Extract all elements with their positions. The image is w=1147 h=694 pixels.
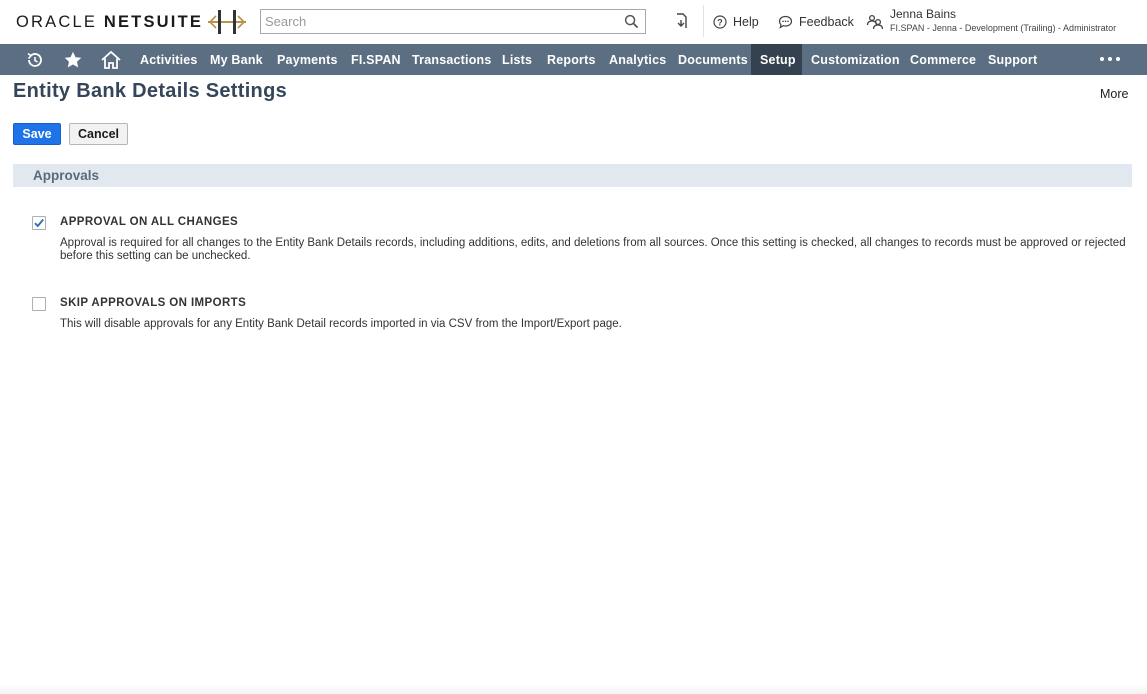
header-divider xyxy=(703,5,704,37)
nav-fispan[interactable]: FI.SPAN xyxy=(342,44,410,75)
logo-oracle-text: ORACLE xyxy=(16,13,98,31)
nav-lists[interactable]: Lists xyxy=(493,44,541,75)
user-name: Jenna Bains xyxy=(890,7,957,21)
feedback-label: Feedback xyxy=(799,15,854,29)
user-role: FI.SPAN - Jenna - Development (Trailing)… xyxy=(890,23,1117,33)
help-icon: ? xyxy=(713,15,727,29)
help-label: Help xyxy=(733,15,759,29)
recent-records-icon[interactable] xyxy=(672,12,690,30)
nav-transactions[interactable]: Transactions xyxy=(403,44,501,75)
more-menu-icon[interactable] xyxy=(1100,52,1120,66)
page-bottom-shadow xyxy=(0,684,1147,694)
logo-netsuite-text: NETSUITE xyxy=(103,13,204,31)
setting-description: This will disable approvals for any Enti… xyxy=(60,318,622,330)
svg-text:?: ? xyxy=(717,17,723,27)
nav-analytics[interactable]: Analytics xyxy=(600,44,675,75)
cancel-button[interactable]: Cancel xyxy=(69,123,128,145)
more-menu-link[interactable]: More xyxy=(1100,87,1128,101)
favorites-star-icon[interactable] xyxy=(62,49,84,71)
section-title: Approvals xyxy=(33,168,100,183)
feedback-icon xyxy=(778,15,793,29)
main-navigation: Activities My Bank Payments FI.SPAN Tran… xyxy=(0,44,1147,75)
nav-commerce[interactable]: Commerce xyxy=(901,44,985,75)
save-button[interactable]: Save xyxy=(13,123,61,145)
top-header: ORACLE NETSUITE ? Help Feedback xyxy=(0,0,1147,44)
checkmark-icon xyxy=(34,218,44,228)
recent-history-icon[interactable] xyxy=(24,49,46,71)
help-button[interactable]: ? Help xyxy=(713,12,759,32)
approval-on-all-changes-checkbox[interactable] xyxy=(32,216,46,230)
global-search[interactable] xyxy=(260,9,646,34)
feedback-button[interactable]: Feedback xyxy=(778,12,854,32)
user-account-menu[interactable]: Jenna Bains FI.SPAN - Jenna - Developmen… xyxy=(866,7,1136,37)
setting-label: APPROVAL ON ALL CHANGES xyxy=(60,216,239,228)
role-switch-icon xyxy=(866,14,884,30)
company-brand-icon[interactable] xyxy=(206,8,248,36)
approvals-section-header[interactable]: Approvals xyxy=(13,164,1132,187)
nav-support[interactable]: Support xyxy=(979,44,1046,75)
nav-activities[interactable]: Activities xyxy=(131,44,207,75)
search-icon[interactable] xyxy=(624,14,639,29)
skip-approvals-on-imports-checkbox[interactable] xyxy=(32,297,46,311)
nav-payments[interactable]: Payments xyxy=(268,44,347,75)
nav-documents[interactable]: Documents xyxy=(669,44,757,75)
search-input[interactable] xyxy=(261,10,645,33)
home-icon[interactable] xyxy=(100,49,122,71)
setting-label: SKIP APPROVALS ON IMPORTS xyxy=(60,297,247,309)
oracle-netsuite-logo[interactable]: ORACLE NETSUITE xyxy=(16,13,203,32)
setting-approval-on-all-changes: APPROVAL ON ALL CHANGES Approval is requ… xyxy=(32,216,1127,266)
nav-setup[interactable]: Setup xyxy=(751,44,802,75)
nav-customization[interactable]: Customization xyxy=(802,44,909,75)
setting-skip-approvals-on-imports: SKIP APPROVALS ON IMPORTS This will disa… xyxy=(32,297,1127,337)
setting-description: Approval is required for all changes to … xyxy=(60,237,1126,262)
page-title: Entity Bank Details Settings xyxy=(13,80,288,102)
nav-reports[interactable]: Reports xyxy=(538,44,605,75)
nav-my-bank[interactable]: My Bank xyxy=(201,44,272,75)
